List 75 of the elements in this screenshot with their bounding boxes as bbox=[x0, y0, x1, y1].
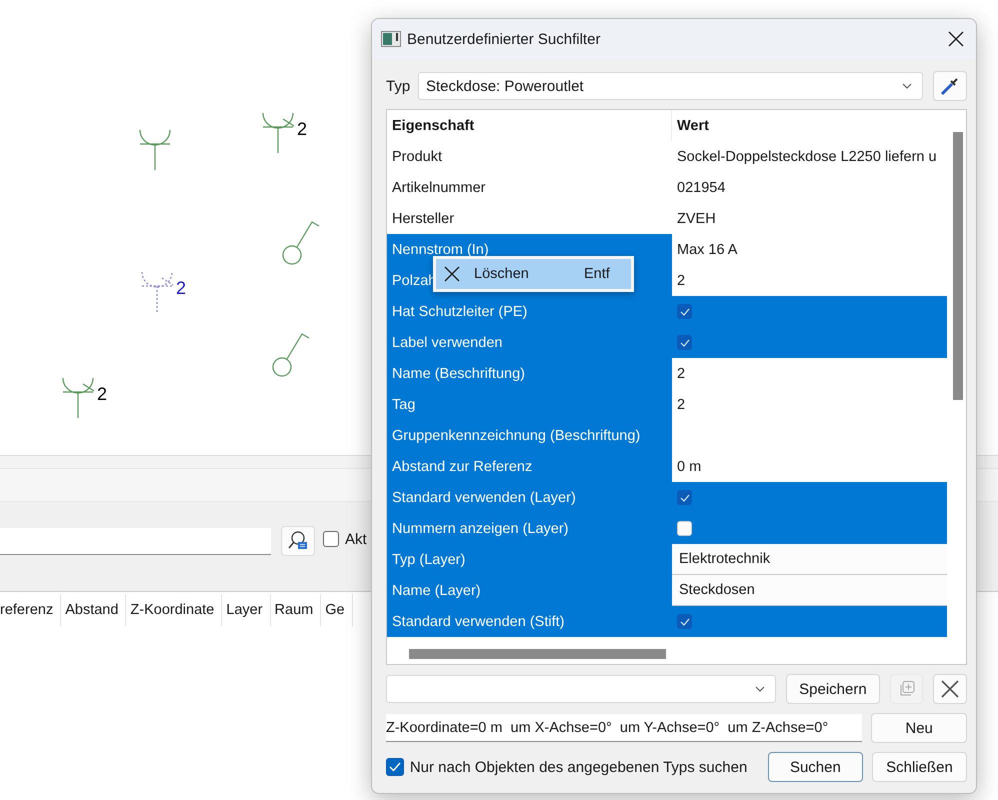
check-icon bbox=[680, 308, 690, 316]
checkbox[interactable] bbox=[677, 490, 692, 505]
duplicate-icon bbox=[898, 680, 916, 698]
chevron-down-icon bbox=[902, 83, 912, 89]
column-header[interactable]: Ge bbox=[321, 594, 353, 626]
property-name[interactable]: Produkt bbox=[387, 141, 672, 172]
check-icon bbox=[680, 618, 690, 626]
property-name[interactable]: Standard verwenden (Stift) bbox=[387, 606, 672, 637]
property-value: 0 m bbox=[676, 458, 702, 476]
delete-menu-item[interactable]: Löschen Entf bbox=[436, 259, 631, 289]
column-header[interactable]: Raum bbox=[270, 594, 322, 626]
checkbox-label: Nur nach Objekten des angegebenen Typs suchen bbox=[410, 758, 748, 776]
check-icon bbox=[388, 762, 401, 772]
property-value: ZVEH bbox=[676, 210, 717, 228]
close-icon bbox=[941, 680, 960, 698]
property-name[interactable]: Label verwenden bbox=[387, 327, 672, 358]
property-name[interactable]: Hat Schutzleiter (PE) bbox=[387, 296, 672, 327]
window-title: Benutzerdefinierter Suchfilter bbox=[407, 30, 602, 48]
column-header[interactable]: Layer bbox=[222, 594, 271, 626]
chevron-down-icon bbox=[755, 686, 765, 692]
checkbox[interactable] bbox=[677, 614, 692, 629]
search-field[interactable] bbox=[0, 528, 271, 555]
property-name[interactable]: Name (Layer) bbox=[387, 575, 672, 606]
socket-symbol[interactable] bbox=[62, 378, 94, 419]
checkbox-label: Akt bbox=[345, 531, 367, 548]
property-name[interactable]: Abstand zur Referenz bbox=[387, 451, 672, 482]
column-header[interactable]: Eigenschaft bbox=[387, 110, 672, 141]
checkbox[interactable] bbox=[677, 335, 692, 350]
socket-symbol[interactable] bbox=[139, 130, 171, 171]
column-header[interactable]: Abstand bbox=[61, 594, 126, 626]
close-icon bbox=[948, 31, 964, 47]
check-icon bbox=[680, 338, 690, 346]
property-name[interactable]: Artikelnummer bbox=[387, 172, 672, 203]
socket-symbol[interactable] bbox=[262, 112, 294, 154]
app-icon bbox=[381, 30, 401, 48]
column-header[interactable]: Z-Koordinate bbox=[126, 594, 222, 626]
socket-symbol[interactable] bbox=[141, 272, 174, 313]
property-value: 2 bbox=[676, 364, 686, 384]
scrollbar-thumb[interactable] bbox=[953, 132, 963, 400]
filter-text-field[interactable]: Z-Koordinate=0 m um X-Achse=0° um Y-Achse=0° um Z-Achse=0° bbox=[386, 714, 862, 742]
save-button[interactable]: Speichern bbox=[786, 674, 880, 704]
checkbox[interactable] bbox=[386, 758, 404, 776]
checkbox[interactable] bbox=[323, 531, 339, 547]
scrollbar-thumb[interactable] bbox=[409, 649, 666, 659]
checkbox[interactable] bbox=[677, 304, 692, 319]
property-value: 021954 bbox=[676, 178, 726, 198]
column-header[interactable]: Wert bbox=[672, 110, 947, 141]
property-value: Max 16 A bbox=[676, 240, 738, 260]
search-list-icon bbox=[287, 530, 309, 552]
switch-symbol[interactable] bbox=[272, 333, 310, 377]
close-icon bbox=[444, 266, 460, 282]
property-name[interactable]: Tag bbox=[387, 389, 672, 420]
property-value: Sockel-Doppelsteckdose L2250 liefern u bbox=[676, 148, 938, 166]
symbol-label: 2 bbox=[97, 384, 108, 404]
property-name[interactable]: Name (Beschriftung) bbox=[387, 358, 672, 389]
property-name[interactable]: Standard verwenden (Layer) bbox=[387, 482, 672, 513]
delete-button[interactable] bbox=[933, 674, 967, 704]
type-label: Typ bbox=[386, 78, 412, 94]
column-header[interactable]: referenz bbox=[0, 594, 62, 626]
new-button[interactable]: Neu bbox=[871, 713, 967, 743]
symbol-label: 2 bbox=[176, 278, 186, 298]
symbol-label: 2 bbox=[297, 119, 308, 139]
property-name[interactable]: Typ (Layer) bbox=[387, 544, 672, 575]
pipette-button[interactable] bbox=[933, 71, 967, 101]
property-value: 2 bbox=[676, 272, 686, 290]
property-name[interactable]: Hersteller bbox=[387, 203, 672, 234]
property-name[interactable]: Nummern anzeigen (Layer) bbox=[387, 513, 672, 544]
type-dropdown[interactable]: Steckdose: Poweroutlet bbox=[418, 72, 923, 100]
search-button[interactable]: Suchen bbox=[768, 752, 863, 782]
property-name[interactable]: Gruppenkennzeichnung (Beschriftung) bbox=[387, 420, 672, 451]
close-dialog-button[interactable]: Schließen bbox=[872, 752, 968, 782]
switch-symbol[interactable] bbox=[282, 221, 320, 265]
search-list-button[interactable] bbox=[281, 526, 315, 556]
check-icon bbox=[680, 494, 690, 502]
property-value: 2 bbox=[676, 396, 686, 414]
